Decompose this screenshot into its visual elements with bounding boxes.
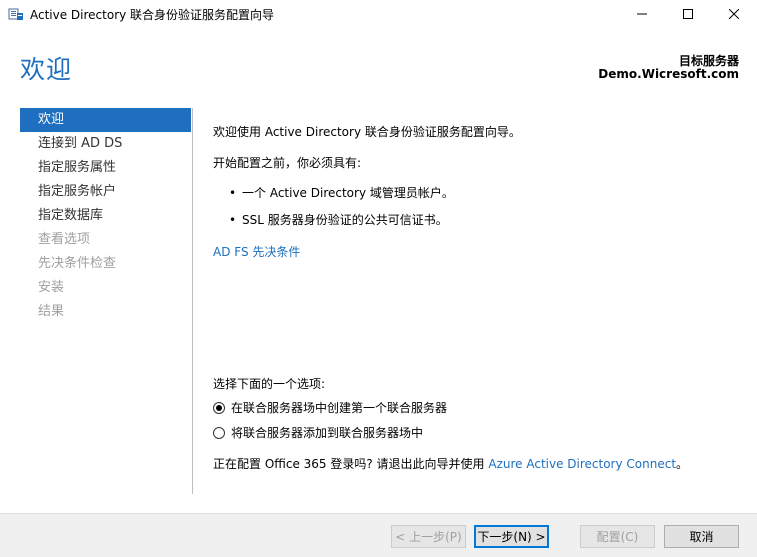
nav-divider [192,108,193,494]
radio-button-selected[interactable] [213,401,225,414]
nav-step-connect-adds[interactable]: 连接到 AD DS [20,132,191,156]
option-create-first-server[interactable]: 在联合服务器场中创建第一个联合服务器 [213,399,447,416]
adfs-app-icon [8,6,24,22]
choose-option-label: 选择下面的一个选项: [213,377,326,391]
target-server-name: Demo.Wicresoft.com [598,67,739,81]
intro-text: 欢迎使用 Active Directory 联合身份验证服务配置向导。 [213,125,521,139]
nav-step-service-account[interactable]: 指定服务帐户 [20,180,191,204]
maximize-icon [683,9,693,19]
office365-text: 正在配置 Office 365 登录吗? 请退出此向导并使用 [213,457,489,471]
nav-step-review-options: 查看选项 [38,232,91,247]
option-label: 在联合服务器场中创建第一个联合服务器 [231,401,448,415]
nav-step-welcome[interactable]: 欢迎 [20,108,191,132]
configure-button: 配置(C) [580,525,655,548]
nav-step-service-properties[interactable]: 指定服务属性 [20,156,191,180]
previous-button: < 上一步(P) [391,525,466,548]
page-title: 欢迎 [20,55,73,84]
nav-step-results: 结果 [38,304,65,319]
window-title: Active Directory 联合身份验证服务配置向导 [30,8,275,22]
nav-step-install: 安装 [38,280,65,295]
office365-note: 正在配置 Office 365 登录吗? 请退出此向导并使用 Azure Act… [213,455,688,472]
maximize-button[interactable] [665,0,711,28]
requirement-item: SSL 服务器身份验证的公共可信证书。 [229,211,448,228]
nav-step-database[interactable]: 指定数据库 [20,204,191,228]
nav-step-prereq-check: 先决条件检查 [38,256,117,271]
radio-dot [216,404,222,411]
radio-button[interactable] [213,426,225,439]
minimize-icon [637,13,647,15]
requirement-item: 一个 Active Directory 域管理员帐户。 [229,184,454,201]
title-bar: Active Directory 联合身份验证服务配置向导 [0,0,757,28]
option-add-to-farm[interactable]: 将联合服务器添加到联合服务器场中 [213,424,423,441]
adfs-prereq-link[interactable]: AD FS 先决条件 [213,243,300,260]
office365-suffix: 。 [676,457,689,471]
close-button[interactable] [711,0,757,28]
azure-ad-connect-link[interactable]: Azure Active Directory Connect [488,457,676,471]
wizard-steps-nav: 欢迎 连接到 AD DS 指定服务属性 指定服务帐户 指定数据库 查看选项 先决… [20,108,191,324]
before-config-text: 开始配置之前，你必须具有: [213,156,362,170]
option-label: 将联合服务器添加到联合服务器场中 [231,426,424,440]
cancel-button[interactable]: 取消 [664,525,739,548]
minimize-button[interactable] [619,0,665,28]
next-button[interactable]: 下一步(N) > [474,525,549,548]
close-icon [729,9,739,19]
